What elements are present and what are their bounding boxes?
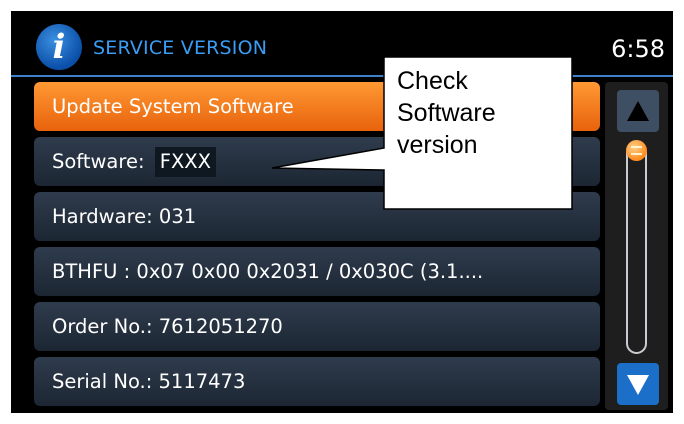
callout-line: version [397, 131, 478, 159]
callout-line: Software [397, 99, 496, 127]
callout-line: Check [397, 67, 468, 95]
callout-box [271, 56, 573, 210]
callout-text: Check Software version [397, 65, 557, 161]
